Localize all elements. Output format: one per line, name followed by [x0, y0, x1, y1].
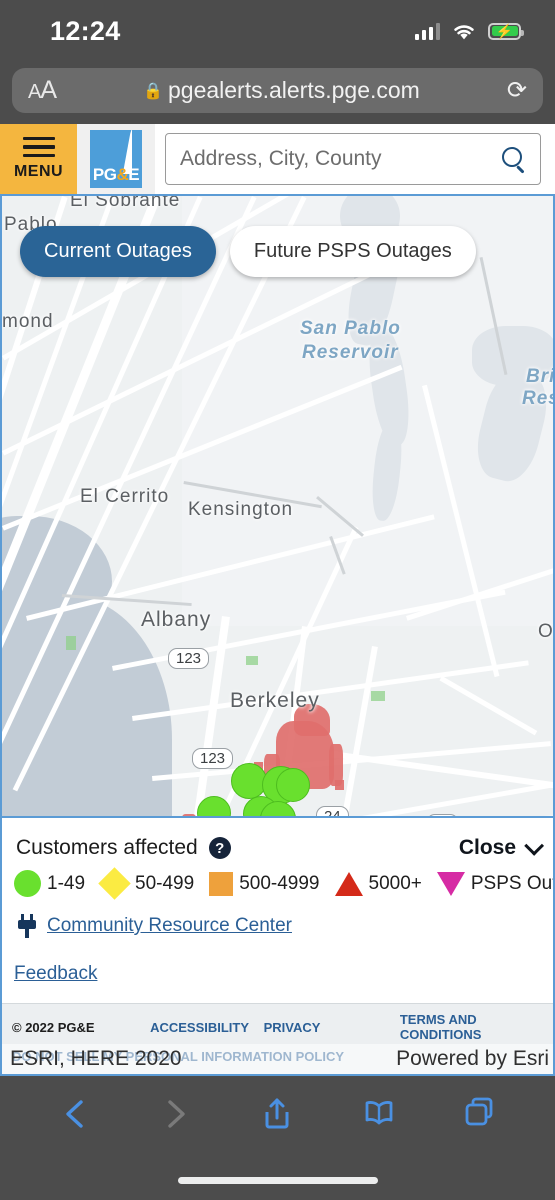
map-label: El Cerrito — [80, 486, 170, 507]
search-icon[interactable] — [500, 146, 526, 172]
battery-charging-icon: ⚡ — [488, 22, 524, 40]
footer-link-accessibility[interactable]: ACCESSIBILITY — [150, 1020, 264, 1035]
map-label: El Sobrante — [70, 194, 181, 211]
copyright-text: © 2022 PG&E — [12, 1019, 95, 1035]
map-label: Kensington — [188, 499, 294, 520]
text-size-button[interactable]: AAAA — [28, 76, 57, 105]
outage-type-tabs: Current Outages Future PSPS Outages — [20, 226, 476, 277]
legend-item: 500-4999 — [209, 871, 320, 896]
chevron-down-icon — [524, 835, 545, 856]
pge-logo[interactable]: PG&E — [77, 124, 155, 194]
hamburger-icon — [22, 136, 55, 158]
legend-item-label: 500-4999 — [239, 872, 320, 894]
back-button[interactable] — [52, 1091, 98, 1137]
map-label: Or — [538, 621, 554, 642]
logo-text-left: PG — [92, 165, 117, 184]
footer-link-terms[interactable]: TERMS AND CONDITIONS — [400, 1012, 547, 1042]
orange-square-icon — [209, 871, 234, 896]
search-box[interactable] — [165, 133, 541, 185]
legend-item: 1-49 — [14, 870, 85, 897]
map-attribution-right: Powered by Esri — [396, 1047, 549, 1070]
outage-marker[interactable] — [276, 768, 310, 802]
menu-button[interactable]: MENU — [0, 124, 77, 194]
share-button[interactable] — [254, 1091, 300, 1137]
close-legend-label: Close — [458, 836, 516, 859]
signal-bars-icon — [414, 22, 440, 40]
community-resource-center-link[interactable]: Community Resource Center — [47, 915, 292, 937]
highway-shield: 123 — [192, 748, 234, 769]
legend-item-label: 5000+ — [368, 872, 422, 894]
legend-item: PSPS Outages — [436, 871, 555, 896]
plug-icon — [16, 913, 38, 939]
url-text: pgealerts.alerts.pge.com — [167, 77, 420, 103]
legend-header: Customers affected ? Close — [2, 818, 553, 868]
map-label-water: San Pablo — [300, 318, 401, 339]
close-legend-button[interactable]: Close — [458, 835, 545, 860]
browser-url-bar[interactable]: AAAA 🔒 pgealerts.alerts.pge.com ⟳ — [12, 68, 543, 113]
legend-item: 5000+ — [334, 871, 422, 896]
url-display[interactable]: 🔒 pgealerts.alerts.pge.com — [56, 77, 507, 104]
red-triangle-icon — [334, 871, 363, 896]
magenta-triangle-icon — [436, 871, 465, 896]
footer-link-privacy[interactable]: PRIVACY — [264, 1020, 400, 1035]
map-label-water: Rese — [522, 388, 553, 409]
green-circle-icon — [14, 870, 41, 897]
legend-items: 1-49 50-499 500-4999 5000+ PSPS Out — [2, 867, 555, 907]
community-resource-center-row[interactable]: Community Resource Center — [2, 907, 553, 947]
highway-shield: 123 — [168, 648, 210, 669]
tab-current-outages[interactable]: Current Outages — [20, 226, 216, 277]
lock-icon: 🔒 — [143, 82, 163, 100]
tab-future-psps-outages[interactable]: Future PSPS Outages — [229, 226, 476, 277]
phone-screen: 12:24 ⚡ AAAA 🔒 pgealerts.alerts.pge.com — [0, 0, 555, 1200]
menu-button-label: MENU — [13, 163, 64, 181]
map-label-water: Bri — [526, 366, 555, 387]
safari-toolbar — [0, 1076, 555, 1200]
feedback-row[interactable]: Feedback — [2, 947, 553, 1003]
forward-button[interactable] — [153, 1091, 199, 1137]
legend-panel: Customers affected ? Close 1-49 50-499 5… — [2, 816, 555, 1074]
map-attribution-left: ESRI, HERE 2020 — [10, 1047, 182, 1070]
status-clock: 12:24 — [50, 15, 121, 46]
wifi-icon — [451, 22, 477, 41]
legend-title-group: Customers affected ? — [16, 836, 231, 860]
help-circle-icon[interactable]: ? — [208, 837, 231, 859]
legend-title: Customers affected — [16, 836, 198, 859]
search-input[interactable] — [180, 147, 500, 171]
yellow-diamond-icon — [98, 867, 131, 900]
pge-site-header: MENU PG&E — [0, 124, 555, 194]
bookmarks-button[interactable] — [356, 1091, 402, 1137]
tabs-button[interactable] — [457, 1091, 503, 1137]
outage-map-frame[interactable]: El Sobrante Pablo mond San Pablo Reservo… — [0, 194, 555, 1076]
logo-text-amp: & — [116, 165, 129, 184]
legend-item-label: 50-499 — [135, 872, 195, 894]
map-attribution: ESRI, HERE 2020 Powered by Esri — [2, 1044, 553, 1074]
ios-status-bar: 12:24 ⚡ — [0, 0, 555, 62]
feedback-link[interactable]: Feedback — [14, 963, 97, 984]
map-label-water: Reservoir — [302, 342, 399, 363]
status-indicators: ⚡ — [414, 22, 524, 41]
map-label: mond — [2, 311, 54, 332]
map-label: Berkeley — [230, 689, 320, 712]
web-page-content: MENU PG&E Address, City, County El Sobra… — [0, 124, 555, 1076]
home-indicator — [177, 1177, 378, 1184]
legend-item-label: 1-49 — [47, 872, 86, 894]
legend-item-label: PSPS Outages — [470, 872, 555, 894]
reload-icon[interactable]: ⟳ — [507, 76, 527, 105]
footer-links-row: © 2022 PG&E ACCESSIBILITY PRIVACY TERMS … — [12, 1012, 547, 1042]
legend-item: 50-499 — [98, 867, 195, 900]
logo-text-right: E — [128, 165, 140, 184]
map-label: Albany — [141, 608, 212, 631]
